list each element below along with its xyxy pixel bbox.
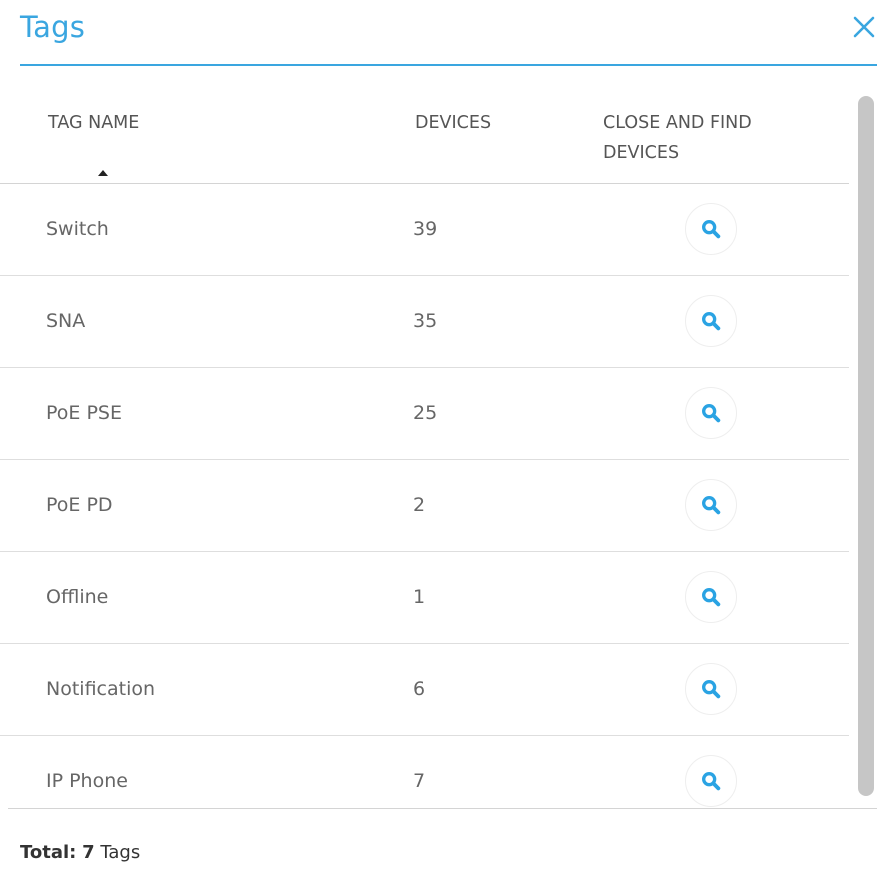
sort-up-icon[interactable] (98, 170, 108, 176)
table-row: Offline 1 (0, 552, 849, 644)
table-row: IP Phone 7 (0, 736, 849, 827)
search-icon (702, 680, 721, 699)
tag-name-cell: Switch (46, 218, 109, 240)
find-devices-button[interactable] (685, 387, 737, 439)
close-icon (853, 16, 874, 38)
search-icon (702, 496, 721, 515)
column-header-close-and-find: CLOSE AND FIND DEVICES (603, 113, 752, 163)
total-label: Total: (20, 842, 77, 863)
find-devices-button[interactable] (685, 203, 737, 255)
tag-name-cell: SNA (46, 310, 86, 332)
tag-name-cell: Offline (46, 586, 109, 608)
device-count-cell: 1 (413, 586, 426, 608)
find-devices-button[interactable] (685, 295, 737, 347)
device-count-cell: 39 (413, 218, 438, 240)
device-count-cell: 7 (413, 770, 426, 792)
footer-divider (8, 808, 877, 809)
table-body: Switch 39 SNA 35 PoE PSE 25 PoE PD 2 Off… (0, 184, 849, 827)
tags-table: TAG NAME DEVICES CLOSE AND FIND DEVICES … (0, 96, 849, 827)
find-devices-button[interactable] (685, 571, 737, 623)
search-icon (702, 404, 721, 423)
table-row: Notification 6 (0, 644, 849, 736)
table-header: TAG NAME DEVICES CLOSE AND FIND DEVICES (0, 96, 849, 184)
find-devices-button[interactable] (685, 755, 737, 807)
table-row: Switch 39 (0, 184, 849, 276)
table-row: PoE PD 2 (0, 460, 849, 552)
find-devices-button[interactable] (685, 479, 737, 531)
search-icon (702, 220, 721, 239)
device-count-cell: 6 (413, 678, 426, 700)
device-count-cell: 35 (413, 310, 438, 332)
title-divider (20, 64, 877, 66)
total-count: 7 (82, 842, 95, 863)
table-row: PoE PSE 25 (0, 368, 849, 460)
find-devices-button[interactable] (685, 663, 737, 715)
close-button[interactable] (850, 12, 877, 42)
device-count-cell: 2 (413, 494, 426, 516)
tag-name-cell: PoE PSE (46, 402, 122, 424)
total-unit: Tags (100, 842, 141, 863)
scrollbar[interactable] (858, 96, 874, 796)
column-header-devices[interactable]: DEVICES (415, 108, 491, 138)
tag-name-cell: IP Phone (46, 770, 128, 792)
search-icon (702, 312, 721, 331)
tags-dialog: Tags TAG NAME DEVICES CLOSE AND FIND DEV… (0, 0, 877, 871)
search-icon (702, 772, 721, 791)
device-count-cell: 25 (413, 402, 438, 424)
table-row: SNA 35 (0, 276, 849, 368)
tag-name-cell: PoE PD (46, 494, 113, 516)
total-summary: Total: 7 Tags (20, 842, 140, 863)
dialog-title: Tags (20, 10, 86, 44)
search-icon (702, 588, 721, 607)
tag-name-cell: Notification (46, 678, 156, 700)
column-header-tag-name[interactable]: TAG NAME (48, 108, 139, 138)
